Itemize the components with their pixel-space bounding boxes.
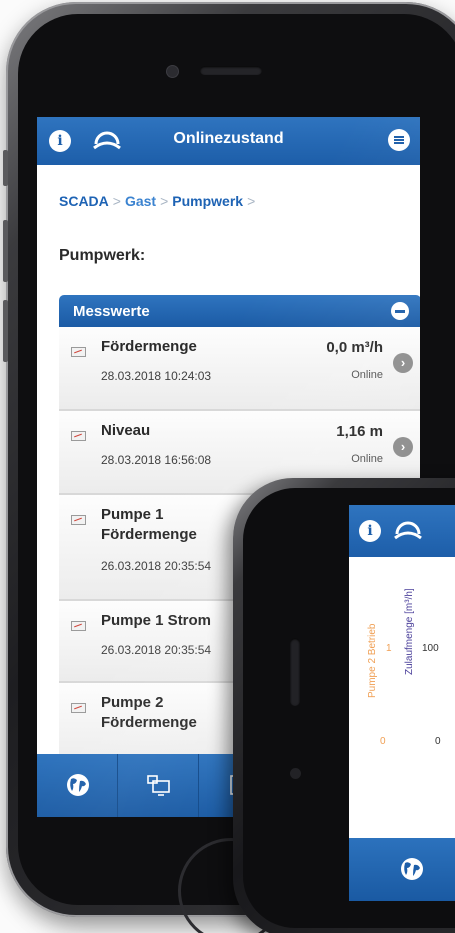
item-name: Pumpe 2 Fördermenge <box>101 694 197 731</box>
earpiece-speaker <box>290 638 300 706</box>
item-timestamp: 26.03.2018 20:35:54 <box>101 559 212 573</box>
breadcrumb-separator: > <box>247 193 256 209</box>
tab-monitor[interactable] <box>118 754 199 817</box>
station-title: Pumpwerk: <box>59 247 146 264</box>
item-timestamp: 28.03.2018 10:24:03 <box>101 369 212 383</box>
item-timestamp: 28.03.2018 16:56:08 <box>101 453 212 467</box>
earpiece-speaker <box>200 66 262 75</box>
item-name: Pumpe 1 Strom <box>101 612 212 629</box>
menu-icon[interactable] <box>388 129 410 151</box>
tab-globe[interactable] <box>349 838 455 901</box>
info-icon[interactable]: i <box>359 520 381 542</box>
tab-globe[interactable] <box>37 754 118 817</box>
globe-icon <box>67 774 89 796</box>
sensor-icon <box>71 347 86 357</box>
breadcrumb: SCADA > Gast > Pumpwerk > <box>59 193 259 209</box>
sensor-icon <box>71 621 86 631</box>
breadcrumb-item-scada[interactable]: SCADA <box>59 193 109 209</box>
right-axis-tick: 0 <box>435 736 441 747</box>
item-value: 0,0 m³/h <box>326 339 383 356</box>
sensor-icon <box>71 515 86 525</box>
breadcrumb-separator: > <box>112 193 121 209</box>
scene: i Onlinezustand SCADA > Gast > Pumpwerk > Pum… <box>0 0 455 933</box>
section-header-messwerte[interactable]: Messwerte <box>59 295 420 327</box>
chevron-right-icon[interactable]: › <box>393 437 413 457</box>
monitor-icon <box>147 775 170 796</box>
item-name: Niveau <box>101 422 151 439</box>
app-header: i Onlinezustand <box>37 117 420 165</box>
section-title: Messwerte <box>73 303 150 320</box>
sensor-icon <box>71 703 86 713</box>
breadcrumb-separator: > <box>160 193 169 209</box>
app-header: i <box>349 505 455 557</box>
chevron-right-icon[interactable]: › <box>393 353 413 373</box>
item-status: Online <box>351 369 383 381</box>
globe-icon <box>401 858 423 880</box>
left-axis-label: Pumpe 2 Betrieb <box>367 623 378 699</box>
list-item[interactable]: Fördermenge 28.03.2018 10:24:03 0,0 m³/h… <box>59 327 420 411</box>
item-name: Pumpe 1 Fördermenge <box>101 506 197 543</box>
mute-switch <box>3 150 8 186</box>
item-value: 1,16 m <box>336 423 383 440</box>
item-name: Fördermenge <box>101 338 197 355</box>
right-axis-tick: 100 <box>422 643 439 654</box>
left-axis-tick: 0 <box>380 736 386 747</box>
front-camera <box>290 768 301 779</box>
bottom-tab-bar <box>349 838 455 901</box>
front-camera <box>167 66 178 77</box>
volume-down-button <box>3 300 8 362</box>
sensor-icon <box>71 431 86 441</box>
right-axis-label: Zulaufmenge [m³/h] <box>404 588 415 675</box>
page-title: Onlinezustand <box>173 130 284 147</box>
breadcrumb-item-pumpwerk[interactable]: Pumpwerk <box>172 193 243 209</box>
item-timestamp: 26.03.2018 20:35:54 <box>101 643 212 657</box>
chart-screen: i Pumpe 2 Betrieb 1 0 Zulaufmenge [m³/h]… <box>349 505 455 901</box>
left-axis-tick: 1 <box>386 643 392 654</box>
minus-icon[interactable] <box>391 302 409 320</box>
volume-up-button <box>3 220 8 282</box>
logo-icon <box>394 521 422 540</box>
item-status: Online <box>351 453 383 465</box>
breadcrumb-item-gast[interactable]: Gast <box>125 193 156 209</box>
